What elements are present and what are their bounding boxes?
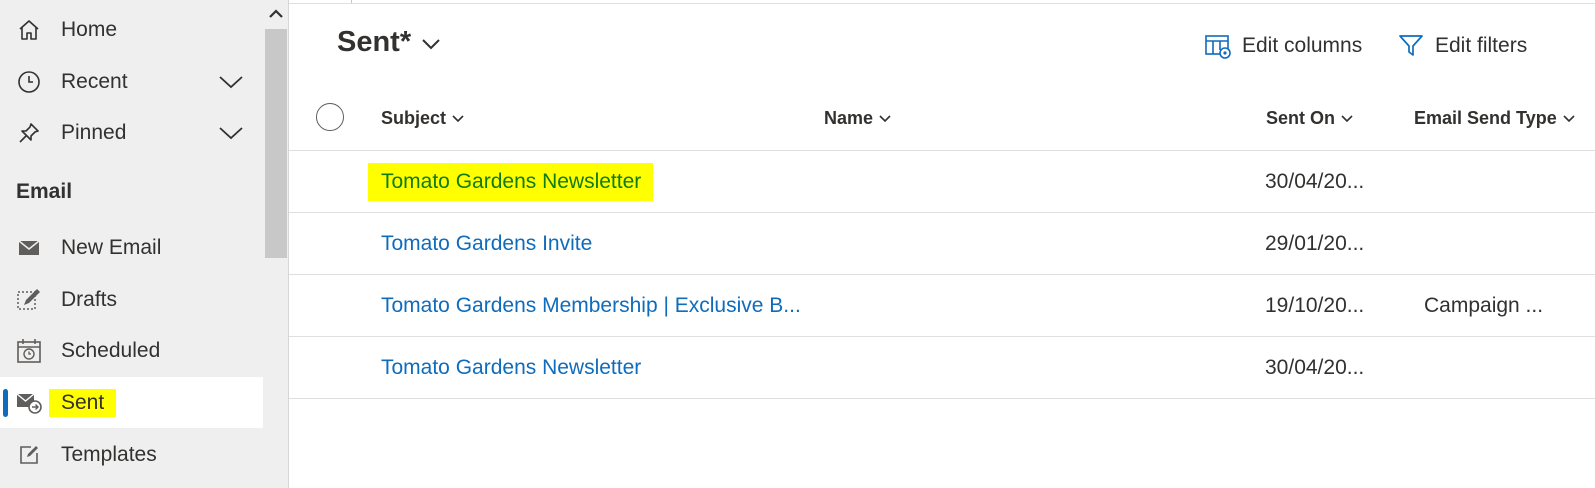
sidebar-item-scheduled[interactable]: Scheduled <box>0 327 263 375</box>
grid-header-row: Subject Name Sent On Email Send Type <box>289 86 1595 151</box>
top-divider <box>289 3 1595 4</box>
sidebar-item-templates[interactable]: Templates <box>0 431 263 479</box>
chevron-down-icon[interactable] <box>218 73 244 91</box>
scroll-up-arrow-icon[interactable] <box>263 4 289 24</box>
sidebar-item-label: Recent <box>61 70 128 93</box>
chevron-down-icon <box>879 114 891 122</box>
column-header-label: Email Send Type <box>1414 108 1557 128</box>
column-header-subject[interactable]: Subject <box>381 108 464 129</box>
clock-icon <box>16 69 42 95</box>
subject-link[interactable]: Tomato Gardens Newsletter <box>381 356 641 380</box>
edit-columns-label: Edit columns <box>1242 34 1363 57</box>
sidebar-section-email: Email <box>16 180 73 203</box>
template-edit-icon <box>16 442 42 468</box>
selection-indicator <box>3 389 8 417</box>
edit-filters-button[interactable]: Edit filters <box>1397 30 1527 62</box>
column-header-label: Subject <box>381 108 447 128</box>
table-row[interactable]: Tomato Gardens Invite 29/01/20... <box>289 213 1595 275</box>
sidebar-item-drafts[interactable]: Drafts <box>0 276 263 324</box>
draft-edit-icon <box>16 287 42 313</box>
table-row[interactable]: Tomato Gardens Newsletter 30/04/20... <box>289 337 1595 399</box>
column-header-name[interactable]: Name <box>824 108 891 129</box>
sidebar-item-label: Scheduled <box>61 339 161 362</box>
sidebar-item-label: Home <box>61 18 118 41</box>
sidebar-item-new-email[interactable]: New Email <box>0 224 263 272</box>
sidebar-item-label: Templates <box>61 443 157 466</box>
sidebar-item-pinned[interactable]: Pinned <box>0 109 263 157</box>
send-type-cell: Campaign ... <box>1424 293 1544 317</box>
sidebar-item-home[interactable]: Home <box>0 6 263 54</box>
column-header-label: Name <box>824 108 874 128</box>
table-row[interactable]: Tomato Gardens Newsletter 30/04/20... <box>289 151 1595 213</box>
chevron-down-icon <box>1563 114 1575 122</box>
view-selector-chevron-icon[interactable] <box>420 36 442 52</box>
calendar-clock-icon <box>16 338 42 364</box>
sidebar: Home Recent Pinned Email New Email Draft… <box>0 0 289 488</box>
sidebar-scrollbar-thumb[interactable] <box>265 29 287 258</box>
view-title[interactable]: Sent* <box>337 26 411 59</box>
table-row[interactable]: Tomato Gardens Membership | Exclusive B.… <box>289 275 1595 337</box>
column-header-label: Sent On <box>1266 108 1336 128</box>
chevron-down-icon[interactable] <box>218 124 244 142</box>
column-header-email-send-type[interactable]: Email Send Type <box>1414 108 1575 129</box>
chevron-down-icon <box>452 114 464 122</box>
sidebar-item-recent[interactable]: Recent <box>0 58 263 106</box>
sidebar-item-label: Drafts <box>61 288 118 311</box>
subject-link[interactable]: Tomato Gardens Invite <box>381 232 592 256</box>
edit-columns-button[interactable]: Edit columns <box>1204 30 1362 62</box>
sent-mail-icon <box>16 390 42 416</box>
sidebar-item-sent[interactable]: Sent <box>0 377 263 428</box>
pin-icon <box>16 120 42 146</box>
sent-on-cell: 30/04/20... <box>1265 169 1365 193</box>
envelope-icon <box>16 235 42 261</box>
top-divider-mark <box>351 0 352 3</box>
sidebar-item-label: Sent <box>49 388 117 417</box>
subject-link[interactable]: Tomato Gardens Membership | Exclusive B.… <box>381 294 801 318</box>
select-all-checkbox[interactable] <box>316 103 344 131</box>
column-header-sent-on[interactable]: Sent On <box>1266 108 1353 129</box>
sidebar-item-label: Pinned <box>61 121 127 144</box>
sent-on-cell: 19/10/20... <box>1265 293 1365 317</box>
sent-on-cell: 30/04/20... <box>1265 355 1365 379</box>
chevron-down-icon <box>1341 114 1353 122</box>
home-icon <box>16 17 42 43</box>
sidebar-item-label: New Email <box>61 236 162 259</box>
filter-icon <box>1399 35 1423 56</box>
sent-on-cell: 29/01/20... <box>1265 231 1365 255</box>
edit-filters-label: Edit filters <box>1435 34 1528 57</box>
subject-link[interactable]: Tomato Gardens Newsletter <box>368 162 654 201</box>
edit-columns-icon <box>1205 35 1231 59</box>
